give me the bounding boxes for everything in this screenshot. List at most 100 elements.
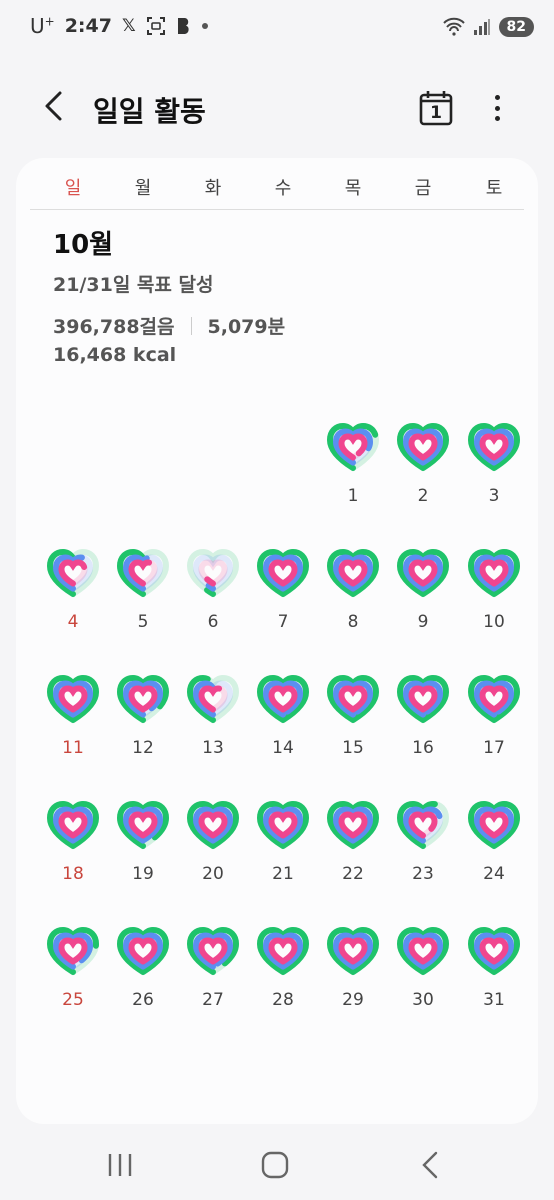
home-icon[interactable] <box>255 1148 295 1182</box>
minutes-total: 5,079분 <box>207 316 286 338</box>
carrier-label: U+ <box>30 14 55 38</box>
weekday-header: 일월화수목금토 <box>30 168 524 210</box>
day-number: 24 <box>483 864 505 884</box>
activity-heart-icon <box>326 548 380 598</box>
calendar-day-cell[interactable]: 12 <box>108 674 178 774</box>
day-number: 14 <box>272 738 294 758</box>
weekday-2: 화 <box>204 178 222 199</box>
activity-heart-icon <box>186 926 240 976</box>
day-number: 1 <box>347 486 359 506</box>
calendar-day-cell[interactable]: 14 <box>248 674 318 774</box>
calendar-day-cell[interactable]: 28 <box>248 926 318 1026</box>
day-number: 16 <box>412 738 434 758</box>
activity-heart-icon <box>46 800 100 850</box>
calendar-day-cell[interactable]: 21 <box>248 800 318 900</box>
weekday-1: 월 <box>134 178 152 199</box>
day-number: 21 <box>272 864 294 884</box>
day-number: 31 <box>483 990 505 1010</box>
day-number: 20 <box>202 864 224 884</box>
weekday-5: 금 <box>414 178 432 199</box>
activity-heart-icon <box>467 422 521 472</box>
steps-total: 396,788걸음 <box>53 316 175 338</box>
day-number: 13 <box>202 738 224 758</box>
day-number: 19 <box>132 864 154 884</box>
screenshot-icon <box>146 17 165 35</box>
weekday-6: 토 <box>485 178 503 199</box>
activity-heart-icon <box>46 548 100 598</box>
calendar-day-cell[interactable]: 26 <box>108 926 178 1026</box>
activity-heart-icon <box>256 800 310 850</box>
calendar-day-cell[interactable]: 16 <box>388 674 458 774</box>
calendar-day-cell[interactable]: 3 <box>459 422 529 522</box>
day-number: 12 <box>132 738 154 758</box>
calendar-day-cell[interactable]: 11 <box>38 674 108 774</box>
day-number: 11 <box>62 738 84 758</box>
activity-heart-icon <box>396 674 450 724</box>
calendar-day-cell[interactable]: 17 <box>459 674 529 774</box>
activity-heart-icon <box>116 674 170 724</box>
calendar-button[interactable]: 1 <box>418 89 454 127</box>
activity-heart-icon <box>326 422 380 472</box>
activity-heart-icon <box>46 926 100 976</box>
calendar-day-cell[interactable]: 24 <box>459 800 529 900</box>
activity-heart-icon <box>186 674 240 724</box>
activity-heart-icon <box>116 800 170 850</box>
calendar-day-cell[interactable]: 7 <box>248 548 318 648</box>
activity-heart-icon <box>46 674 100 724</box>
day-number: 22 <box>342 864 364 884</box>
calendar-day-cell[interactable]: 13 <box>178 674 248 774</box>
activity-heart-icon <box>186 548 240 598</box>
calendar-day-cell[interactable]: 20 <box>178 800 248 900</box>
calendar-day-cell[interactable]: 30 <box>388 926 458 1026</box>
calendar-day-cell[interactable]: 5 <box>108 548 178 648</box>
carrier-text: U <box>30 14 45 38</box>
calendar-day-cell[interactable]: 27 <box>178 926 248 1026</box>
recent-apps-icon[interactable] <box>100 1148 140 1182</box>
calendar-day-cell[interactable]: 18 <box>38 800 108 900</box>
battery-indicator: 82 <box>498 17 534 37</box>
calendar-day-label: 1 <box>430 103 442 123</box>
calendar-day-cell[interactable]: 2 <box>388 422 458 522</box>
x-app-icon: 𝕏 <box>121 16 136 36</box>
calendar-day-cell[interactable]: 10 <box>459 548 529 648</box>
activity-heart-icon <box>326 800 380 850</box>
day-number: 10 <box>483 612 505 632</box>
page-title: 일일 활동 <box>93 95 206 128</box>
activity-heart-icon <box>396 422 450 472</box>
weekday-3: 수 <box>274 178 292 199</box>
calendar-day-cell[interactable]: 4 <box>38 548 108 648</box>
calendar-day-cell[interactable]: 15 <box>318 674 388 774</box>
back-arrow-icon[interactable] <box>38 89 72 123</box>
calendar-day-cell[interactable]: 8 <box>318 548 388 648</box>
calendar-day-cell[interactable]: 29 <box>318 926 388 1026</box>
day-number: 8 <box>347 612 359 632</box>
stats-divider <box>190 316 192 335</box>
calendar-day-cell[interactable]: 19 <box>108 800 178 900</box>
day-number: 2 <box>417 486 429 506</box>
activity-heart-icon <box>467 548 521 598</box>
day-number: 3 <box>488 486 500 506</box>
day-number: 5 <box>137 612 149 632</box>
day-number: 25 <box>62 990 84 1010</box>
calendar-day-cell[interactable]: 6 <box>178 548 248 648</box>
activity-heart-icon <box>396 548 450 598</box>
activity-heart-icon <box>467 674 521 724</box>
day-number: 23 <box>412 864 434 884</box>
day-number: 26 <box>132 990 154 1010</box>
day-number: 6 <box>207 612 219 632</box>
activity-card: 일 월 화 수 목 금 토 10월 21/31일 목표 달성 396,788걸음 5,079… <box>16 158 538 1124</box>
day-number: 18 <box>62 864 84 884</box>
more-options-button[interactable] <box>484 91 510 125</box>
calendar-day-cell[interactable]: 1 <box>318 422 388 522</box>
calendar-day-cell[interactable]: 9 <box>388 548 458 648</box>
calendar-day-cell[interactable]: 25 <box>38 926 108 1026</box>
status-left: U+ 2:47 𝕏 <box>30 14 208 38</box>
nav-back-icon[interactable] <box>410 1148 450 1182</box>
day-number: 27 <box>202 990 224 1010</box>
day-number: 9 <box>417 612 429 632</box>
calendar-day-cell[interactable]: 23 <box>388 800 458 900</box>
activity-heart-icon <box>396 800 450 850</box>
calendar-day-cell[interactable]: 22 <box>318 800 388 900</box>
calendar-day-cell[interactable]: 31 <box>459 926 529 1026</box>
status-right: 82 <box>442 17 534 37</box>
